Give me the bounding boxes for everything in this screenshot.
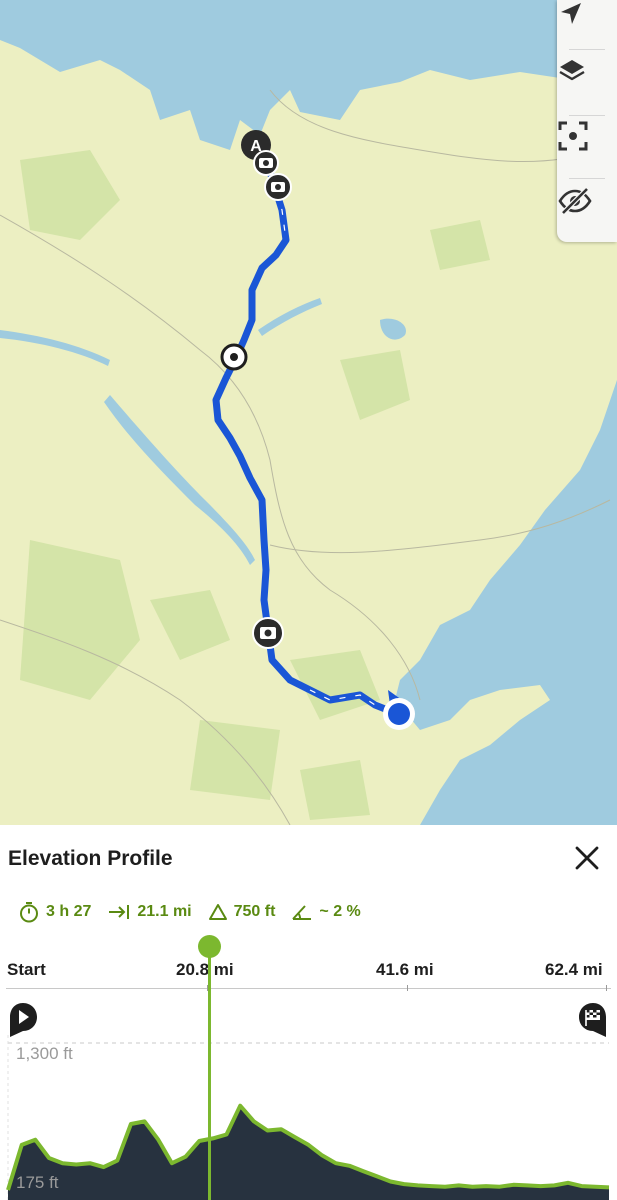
stat-duration: 3 h 27 — [18, 901, 91, 923]
stopwatch-icon — [20, 902, 38, 923]
poi-marker[interactable] — [220, 343, 248, 371]
stat-ascent: 750 ft — [208, 902, 276, 922]
map-toolbar — [557, 0, 617, 242]
hide-eye-icon — [558, 187, 592, 215]
layers-button[interactable] — [557, 56, 617, 104]
axis-tick — [407, 985, 408, 991]
grade-value: ~ 2 % — [319, 903, 361, 920]
elevation-profile-svg[interactable] — [0, 1035, 617, 1200]
elevation-sheet: Elevation Profile 3 h 27 21.1 mi 750 ft — [0, 825, 617, 1200]
profile-cursor-handle[interactable] — [198, 935, 221, 958]
profile-cursor-line[interactable] — [208, 955, 211, 1200]
axis-tick — [606, 985, 607, 991]
axis-label-tick3: 62.4 mi — [545, 960, 603, 979]
axis-label-start: Start — [7, 960, 46, 979]
land-area — [0, 0, 617, 825]
photo-marker[interactable] — [264, 173, 292, 201]
ascent-triangle-icon — [208, 904, 227, 920]
axis-label-tick2: 41.6 mi — [376, 960, 434, 979]
tour-stats: 3 h 27 21.1 mi 750 ft ~ 2 % — [18, 901, 377, 923]
finish-flag-icon — [579, 1003, 606, 1037]
stat-grade: ~ 2 % — [291, 902, 361, 922]
photo-marker[interactable] — [253, 150, 279, 176]
distance-axis: Start 20.8 mi 41.6 mi 62.4 mi — [0, 960, 617, 982]
layers-icon — [559, 60, 585, 81]
play-start-icon — [10, 1003, 37, 1037]
axis-label-tick1: 20.8 mi — [176, 960, 234, 979]
grade-angle-icon — [292, 905, 312, 920]
ascent-value: 750 ft — [233, 903, 276, 920]
duration-value: 3 h 27 — [46, 903, 92, 920]
elevation-profile-chart[interactable]: 1,300 ft 175 ft — [0, 1035, 617, 1200]
start-flag-button[interactable] — [8, 1002, 38, 1038]
hide-overlay-button[interactable] — [557, 186, 617, 234]
elevation-max-label: 1,300 ft — [16, 1044, 73, 1063]
distance-arrow-icon — [109, 905, 130, 919]
finish-flag-button[interactable] — [578, 1002, 608, 1038]
forest-patch — [300, 760, 370, 820]
photo-marker[interactable] — [252, 617, 284, 649]
navigate-button[interactable] — [557, 0, 617, 48]
close-button[interactable] — [570, 841, 604, 875]
sheet-title: Elevation Profile — [8, 847, 173, 870]
focus-route-button[interactable] — [557, 120, 617, 168]
navigate-arrow-icon — [561, 3, 581, 24]
map-view[interactable]: A — [0, 0, 617, 825]
focus-route-icon — [558, 121, 588, 151]
stat-distance: 21.1 mi — [107, 902, 192, 922]
elevation-min-label: 175 ft — [16, 1173, 59, 1192]
map-canvas[interactable]: A — [0, 0, 617, 825]
distance-value: 21.1 mi — [137, 903, 192, 920]
close-icon — [575, 846, 599, 870]
axis-line — [6, 988, 611, 989]
